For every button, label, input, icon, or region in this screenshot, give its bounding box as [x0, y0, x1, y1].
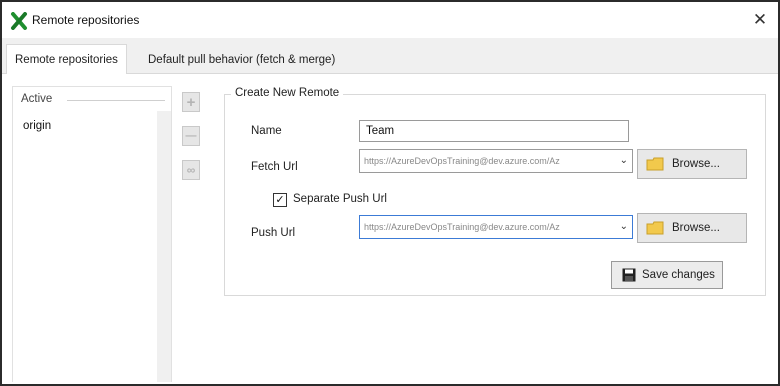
tab-bar: Remote repositories Default pull behavio… [2, 38, 778, 75]
create-new-remote-group: Create New Remote Name Team Fetch Url ht… [224, 87, 766, 296]
title-bar: Remote repositories ✕ [2, 2, 778, 38]
push-url-combobox[interactable]: https://AzureDevOpsTraining@dev.azure.co… [359, 215, 633, 239]
legend-divider [67, 100, 165, 101]
browse-label: Browse... [672, 158, 720, 170]
group-legend: Create New Remote [231, 87, 344, 99]
window-title: Remote repositories [32, 13, 140, 27]
remotes-list-panel: Active origin [12, 86, 172, 382]
fetch-url-combobox[interactable]: https://AzureDevOpsTraining@dev.azure.co… [359, 149, 633, 173]
add-icon: + [186, 93, 196, 111]
list-item[interactable]: origin [21, 117, 171, 135]
tab-default-pull-behavior[interactable]: Default pull behavior (fetch & merge) [140, 46, 343, 74]
chevron-down-icon[interactable]: ⌄ [620, 216, 628, 238]
add-remote-button[interactable]: + [182, 92, 200, 112]
save-label: Save changes [642, 269, 715, 281]
remove-remote-button[interactable]: — [182, 126, 200, 146]
separate-push-url-checkbox[interactable]: ✓ [273, 193, 287, 207]
separate-push-url-label: Separate Push Url [293, 193, 387, 205]
folder-icon [646, 157, 664, 171]
fetch-url-value: https://AzureDevOpsTraining@dev.azure.co… [364, 156, 560, 166]
browse-label: Browse... [672, 222, 720, 234]
name-label: Name [251, 125, 282, 137]
remotes-list: origin [21, 117, 171, 135]
git-extensions-icon [11, 12, 27, 30]
folder-icon [646, 221, 664, 235]
tab-content: Active origin + — ∞ Create New Remote Na… [2, 74, 778, 384]
push-url-value: https://AzureDevOpsTraining@dev.azure.co… [364, 222, 560, 232]
chevron-down-icon[interactable]: ⌄ [620, 150, 628, 172]
list-legend: Active [21, 93, 53, 105]
name-input[interactable]: Team [359, 120, 629, 142]
remote-repositories-dialog: Remote repositories ✕ Remote repositorie… [0, 0, 780, 386]
remove-icon: — [185, 130, 197, 142]
toggle-remote-button[interactable]: ∞ [182, 160, 200, 180]
list-scrollbar[interactable] [157, 111, 171, 382]
fetch-browse-button[interactable]: Browse... [637, 149, 747, 179]
tab-remote-repositories[interactable]: Remote repositories [6, 44, 127, 75]
link-icon: ∞ [186, 163, 196, 177]
save-changes-button[interactable]: Save changes [611, 261, 723, 289]
push-url-label: Push Url [251, 227, 296, 239]
push-browse-button[interactable]: Browse... [637, 213, 747, 243]
fetch-url-label: Fetch Url [251, 161, 298, 173]
save-icon [622, 268, 636, 282]
close-icon[interactable]: ✕ [748, 8, 772, 32]
